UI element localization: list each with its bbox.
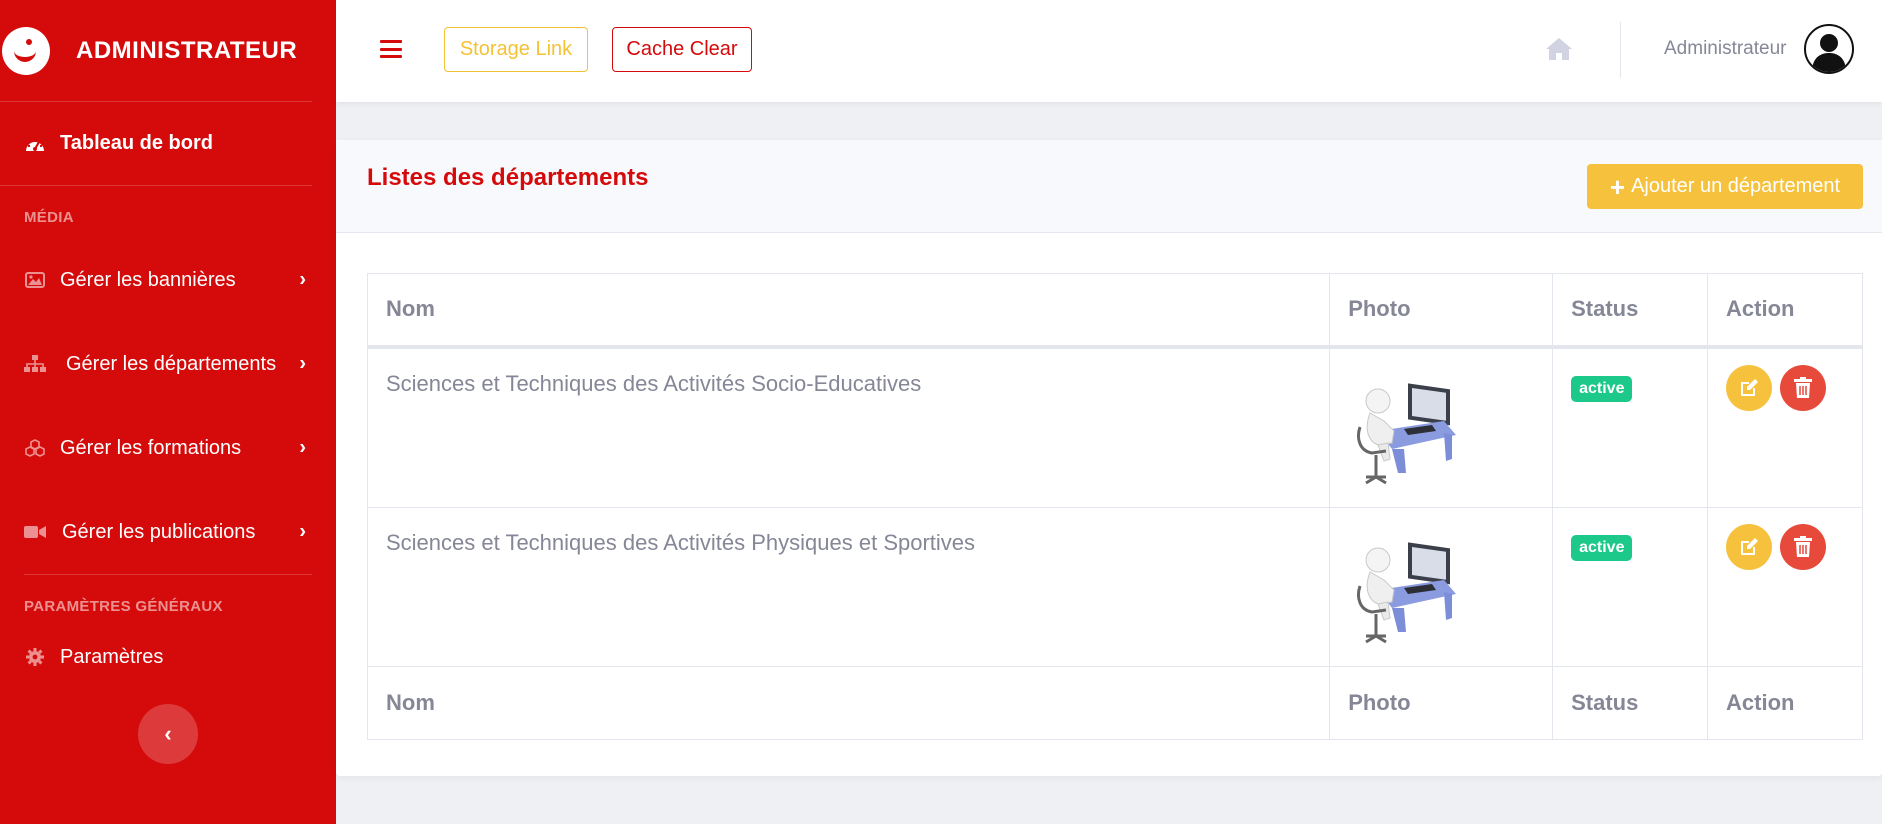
table-row: Sciences et Techniques des Activités Phy… <box>366 506 1863 667</box>
cell-action <box>1707 346 1863 508</box>
user-name[interactable]: Administrateur <box>1664 38 1787 60</box>
cell-status: active <box>1552 346 1709 508</box>
page-title: Listes des départements <box>367 164 649 191</box>
departments-table: Nom Photo Status Action Sciences et Tech… <box>366 273 1863 740</box>
topbar: Storage Link Cache Clear Administrateur <box>336 0 1882 102</box>
column-header-status[interactable]: Status <box>1552 273 1709 349</box>
table-header-row: Nom Photo Status Action <box>366 273 1863 349</box>
chevron-right-icon: › <box>299 436 306 459</box>
sidebar-item-bannieres[interactable]: Gérer les bannières › <box>0 238 336 322</box>
department-photo <box>1357 541 1457 643</box>
add-department-label: Ajouter un département <box>1631 175 1841 197</box>
trash-icon <box>1794 535 1813 557</box>
table-footer-row: Nom Photo Status Action <box>366 665 1863 740</box>
status-badge: active <box>1571 534 1633 561</box>
column-footer-status: Status <box>1552 665 1709 740</box>
sidebar-item-label: Paramètres <box>60 645 164 668</box>
sidebar-item-departements[interactable]: Gérer les départements › <box>0 322 336 406</box>
sidebar: ADMINISTRATEUR Tableau de bord MÉDIA Gér… <box>0 0 336 824</box>
edit-icon <box>1741 378 1759 396</box>
column-footer-action: Action <box>1707 665 1863 740</box>
cell-nom: Sciences et Techniques des Activités Soc… <box>366 346 1331 508</box>
delete-button[interactable] <box>1780 364 1827 411</box>
storage-link-button[interactable]: Storage Link <box>444 27 588 72</box>
chevron-right-icon: › <box>299 268 306 291</box>
sidebar-item-formations[interactable]: Gérer les formations › <box>0 406 336 490</box>
sidebar-heading-media: MÉDIA <box>24 209 74 226</box>
column-footer-photo: Photo <box>1329 665 1554 740</box>
brand[interactable]: ADMINISTRATEUR <box>0 0 312 102</box>
cache-clear-button[interactable]: Cache Clear <box>612 27 752 72</box>
brand-title: ADMINISTRATEUR <box>76 36 298 64</box>
department-photo <box>1357 382 1457 484</box>
departments-card: Listes des départements + Ajouter un dép… <box>336 140 1882 776</box>
menu-toggle-icon[interactable] <box>380 40 402 58</box>
cell-status: active <box>1552 506 1709 667</box>
trash-icon <box>1794 376 1813 398</box>
edit-icon <box>1741 537 1759 555</box>
edit-button[interactable] <box>1726 364 1773 411</box>
chevron-right-icon: › <box>299 352 306 375</box>
topbar-divider <box>1620 22 1621 78</box>
edit-button[interactable] <box>1726 523 1773 570</box>
cell-action <box>1707 506 1863 667</box>
column-header-photo[interactable]: Photo <box>1329 273 1554 349</box>
gear-icon <box>24 648 46 666</box>
chevron-left-icon: ‹ <box>164 721 172 746</box>
column-header-nom[interactable]: Nom <box>366 273 1331 349</box>
brand-logo <box>2 26 50 75</box>
home-icon[interactable] <box>1544 36 1574 62</box>
chevron-right-icon: › <box>299 520 306 543</box>
tachometer-icon <box>24 135 46 153</box>
cell-nom: Sciences et Techniques des Activités Phy… <box>366 506 1331 667</box>
delete-button[interactable] <box>1780 523 1827 570</box>
sidebar-item-label: Gérer les formations <box>60 436 242 459</box>
cell-photo <box>1329 346 1554 508</box>
sidebar-item-dashboard[interactable]: Tableau de bord <box>0 102 312 186</box>
column-footer-nom: Nom <box>366 665 1331 740</box>
sidebar-item-label: Gérer les bannières <box>60 268 236 291</box>
plus-icon: + <box>1609 171 1626 202</box>
video-icon <box>24 523 46 541</box>
sidebar-item-parametres[interactable]: Paramètres <box>0 627 336 687</box>
add-department-button[interactable]: + Ajouter un département <box>1587 164 1863 209</box>
cubes-icon <box>24 439 46 457</box>
sidebar-item-publications[interactable]: Gérer les publications › <box>0 490 336 574</box>
sitemap-icon <box>24 355 46 373</box>
sidebar-heading-parametres: PARAMÈTRES GÉNÉRAUX <box>24 598 223 615</box>
sidebar-item-label: Gérer les publications <box>62 520 256 543</box>
table-row: Sciences et Techniques des Activités Soc… <box>366 346 1863 508</box>
column-header-action[interactable]: Action <box>1707 273 1863 349</box>
status-badge: active <box>1571 375 1633 402</box>
card-header: Listes des départements + Ajouter un dép… <box>336 140 1882 233</box>
sidebar-item-label: Gérer les départements <box>66 352 277 375</box>
cell-photo <box>1329 506 1554 667</box>
sidebar-toggle-button[interactable]: ‹ <box>138 704 198 764</box>
sidebar-item-label: Tableau de bord <box>60 132 213 154</box>
avatar[interactable] <box>1804 24 1854 74</box>
image-icon <box>24 271 46 289</box>
